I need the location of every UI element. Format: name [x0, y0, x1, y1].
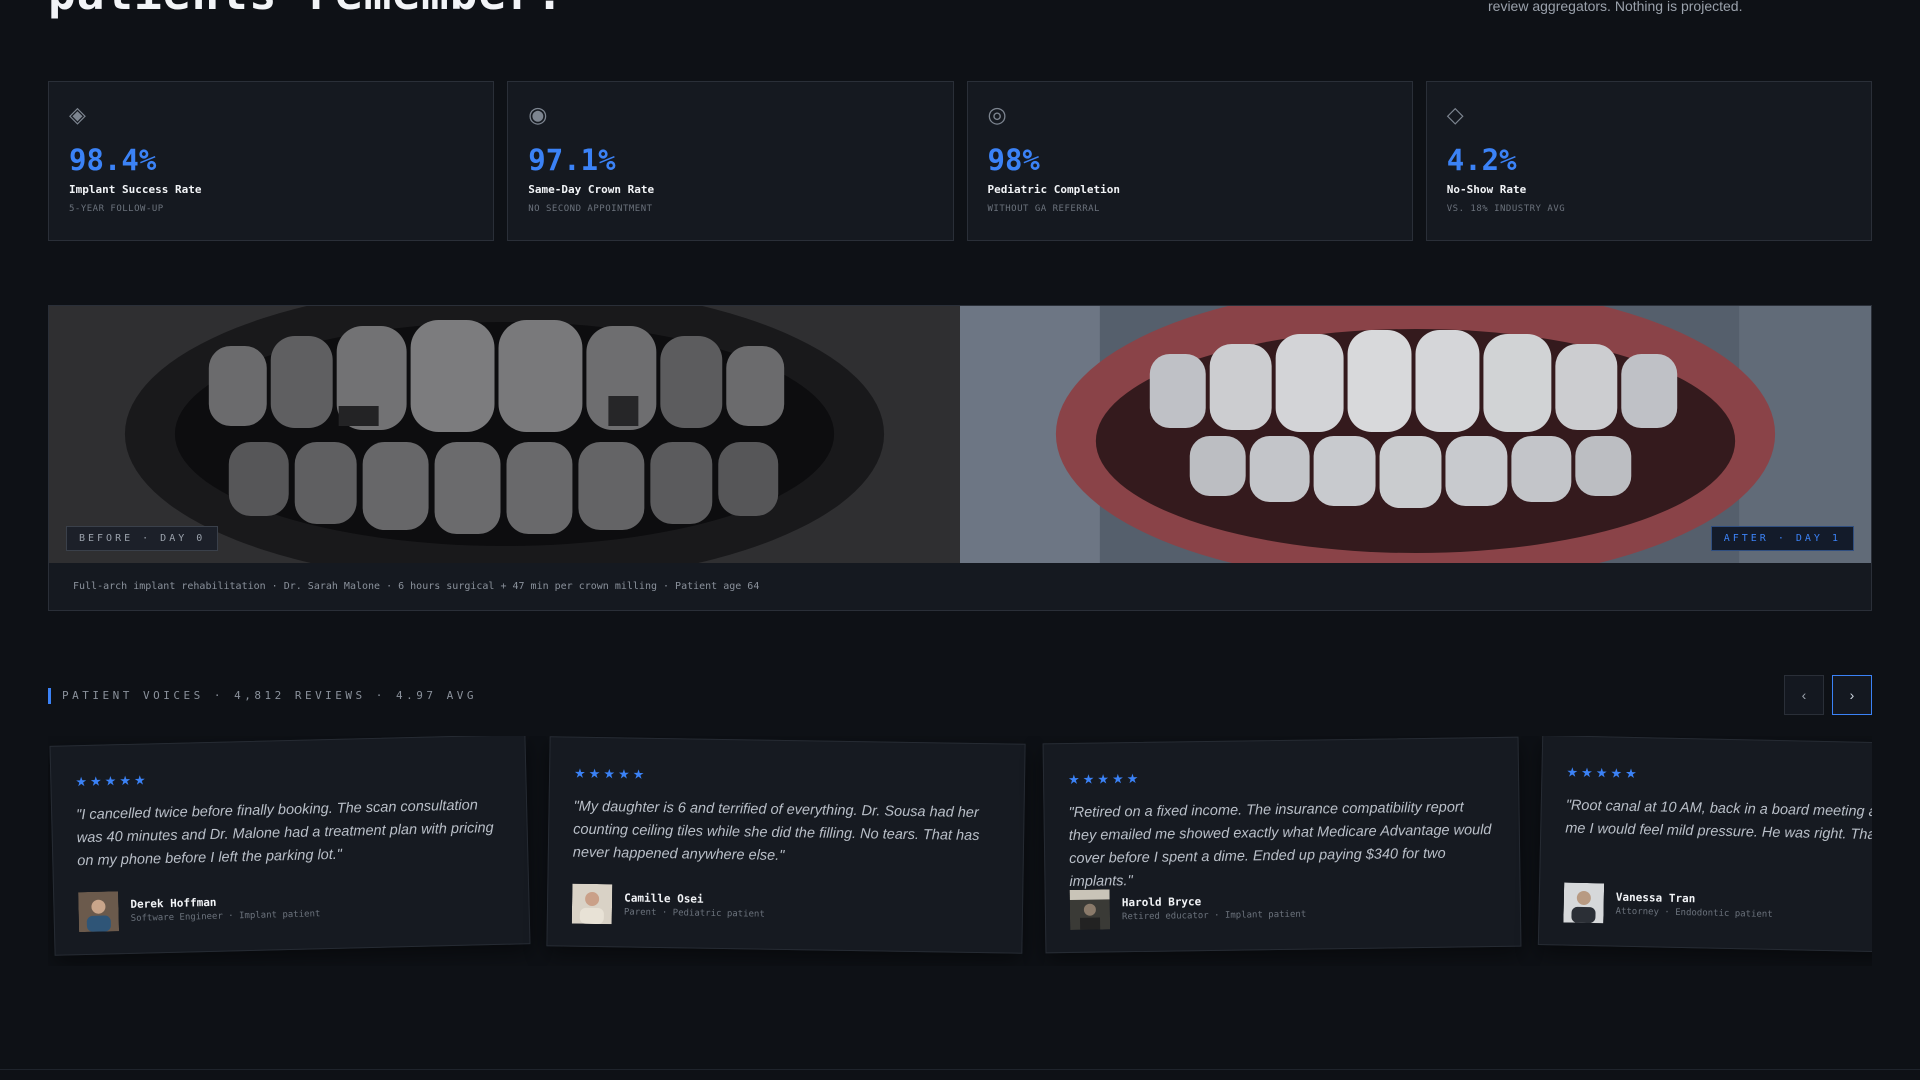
author-meta: Attorney · Endodontic patient: [1615, 906, 1773, 920]
diamond-filled-icon: ◈: [69, 102, 86, 127]
star-rating: ★★★★★: [1566, 764, 1640, 782]
avatar: [1069, 889, 1111, 930]
stat-subtext: 5-YEAR FOLLOW-UP: [69, 204, 164, 214]
stat-label: Pediatric Completion: [987, 183, 1120, 196]
diamond-outline-icon: ◇: [1446, 102, 1464, 127]
hero-title: patients remember.: [48, 0, 565, 20]
chevron-left-icon: ‹: [1801, 687, 1807, 703]
star-rating: ★★★★★: [75, 772, 149, 790]
avatar: [1563, 882, 1605, 924]
avatar: [78, 891, 120, 933]
stat-card-no-show-rate: ◇ 4.2% No-Show Rate VS. 18% INDUSTRY AVG: [1425, 81, 1872, 241]
stat-subtext: NO SECOND APPOINTMENT: [528, 204, 653, 214]
stat-label: Implant Success Rate: [69, 183, 202, 196]
stat-card-pediatric-completion: ◎ 98% Pediatric Completion WITHOUT GA RE…: [966, 81, 1413, 241]
author-name: Harold Bryce: [1121, 895, 1202, 910]
carousel-next-button[interactable]: ›: [1832, 675, 1872, 715]
review-quote: "Root canal at 10 AM, back in a board me…: [1565, 797, 1872, 845]
review-author: Vanessa Tran Attorney · Endodontic patie…: [1563, 882, 1773, 927]
stat-value: 98%: [987, 143, 1040, 177]
star-rating: ★★★★★: [1067, 770, 1142, 787]
stat-label: Same-Day Crown Rate: [528, 183, 655, 196]
before-teeth-illustration: [49, 306, 960, 563]
hero-note: review aggregators. Nothing is projected…: [1488, 0, 1743, 14]
after-teeth-illustration: [960, 306, 1871, 563]
author-meta: Retired educator · Implant patient: [1121, 909, 1307, 923]
review-card: ★★★★★ "My daughter is 6 and terrified of…: [546, 736, 1026, 954]
review-card: ★★★★★ "I cancelled twice before finally …: [49, 736, 531, 956]
patient-voices-heading: PATIENT VOICES · 4,812 REVIEWS · 4.97 AV…: [48, 688, 477, 704]
review-author: Harold Bryce Retired educator · Implant …: [1069, 887, 1307, 930]
stat-value: 97.1%: [528, 143, 616, 177]
footer-divider: [0, 1069, 1920, 1070]
avatar: [571, 883, 613, 925]
author-meta: Parent · Pediatric patient: [623, 907, 765, 920]
comparison-images: BEFORE · DAY 0 AFTER · DAY 1: [49, 306, 1871, 563]
carousel-prev-button[interactable]: ‹: [1784, 675, 1824, 715]
stat-label: No-Show Rate: [1446, 183, 1527, 196]
author-name: Camille Osei: [624, 891, 704, 906]
after-image: AFTER · DAY 1: [960, 306, 1871, 563]
stat-value: 4.2%: [1446, 143, 1517, 177]
star-rating: ★★★★★: [573, 765, 648, 782]
review-quote: "Retired on a fixed income. The insuranc…: [1068, 799, 1492, 890]
review-quote: "My daughter is 6 and terrified of every…: [572, 798, 980, 864]
before-label: BEFORE · DAY 0: [66, 526, 219, 551]
review-card: ★★★★★ "Retired on a fixed income. The in…: [1042, 736, 1522, 954]
review-author: Camille Osei Parent · Pediatric patient: [571, 883, 765, 927]
chevron-right-icon: ›: [1849, 687, 1855, 703]
before-after-comparison: BEFORE · DAY 0 AFTER · DAY 1 Full-arch i…: [48, 305, 1872, 611]
review-quote: "I cancelled twice before finally bookin…: [76, 797, 494, 870]
review-card: ★★★★★ "Root canal at 10 AM, back in a bo…: [1537, 736, 1872, 955]
before-image: BEFORE · DAY 0: [49, 306, 960, 563]
stat-subtext: WITHOUT GA REFERRAL: [987, 204, 1100, 214]
review-author: Derek Hoffman Software Engineer · Implan…: [78, 886, 321, 933]
after-label: AFTER · DAY 1: [1710, 526, 1854, 551]
stat-value: 98.4%: [69, 143, 157, 177]
comparison-caption: Full-arch implant rehabilitation · Dr. S…: [73, 581, 760, 592]
stat-card-implant-success: ◈ 98.4% Implant Success Rate 5-YEAR FOLL…: [48, 81, 495, 241]
target-icon: ◎: [987, 102, 1007, 127]
stat-subtext: VS. 18% INDUSTRY AVG: [1446, 204, 1566, 214]
reviews-carousel: ★★★★★ "I cancelled twice before finally …: [48, 736, 1872, 966]
author-meta: Software Engineer · Implant patient: [130, 909, 321, 924]
author-name: Vanessa Tran: [1615, 890, 1696, 906]
stats-row: ◈ 98.4% Implant Success Rate 5-YEAR FOLL…: [48, 81, 1872, 241]
stat-card-same-day-crown: ◉ 97.1% Same-Day Crown Rate NO SECOND AP…: [507, 81, 954, 241]
circle-dot-icon: ◉: [528, 102, 548, 127]
author-name: Derek Hoffman: [130, 895, 217, 911]
